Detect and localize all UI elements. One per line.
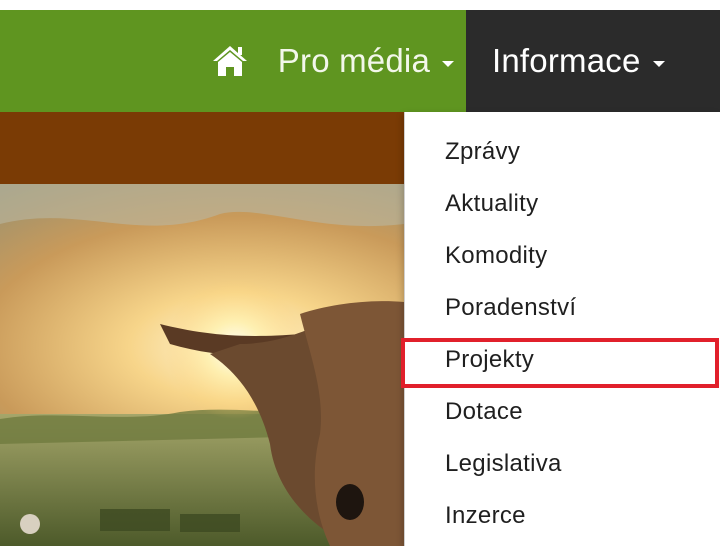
- menu-item-dotace[interactable]: Dotace: [405, 386, 720, 438]
- nav-informace[interactable]: Informace: [492, 42, 665, 80]
- menu-item-legislativa[interactable]: Legislativa: [405, 438, 720, 490]
- menu-item-poradenstvi[interactable]: Poradenství: [405, 282, 720, 334]
- home-button[interactable]: [210, 44, 250, 78]
- menu-item-inzerce[interactable]: Inzerce: [405, 490, 720, 542]
- nav-informace-label: Informace: [492, 42, 641, 79]
- home-icon: [212, 46, 247, 76]
- menu-item-zpravy[interactable]: Zprávy: [405, 126, 720, 178]
- chevron-down-icon: [442, 61, 454, 67]
- menu-item-projekty[interactable]: Projekty: [445, 346, 534, 373]
- navbar-dark-section: Informace: [466, 10, 720, 112]
- menu-item-komodity[interactable]: Komodity: [405, 230, 720, 282]
- informace-dropdown-menu: Zprávy Aktuality Komodity Poradenství Pr…: [401, 112, 720, 546]
- nav-pro-media[interactable]: Pro média: [278, 42, 454, 80]
- menu-item-aktuality[interactable]: Aktuality: [405, 178, 720, 230]
- chevron-down-icon: [652, 61, 665, 67]
- menu-item-projekty-wrapper[interactable]: Projekty: [401, 334, 720, 388]
- top-navbar: Pro média Informace: [0, 10, 720, 112]
- navbar-green-section: Pro média: [0, 10, 466, 112]
- nav-pro-media-label: Pro média: [277, 42, 430, 79]
